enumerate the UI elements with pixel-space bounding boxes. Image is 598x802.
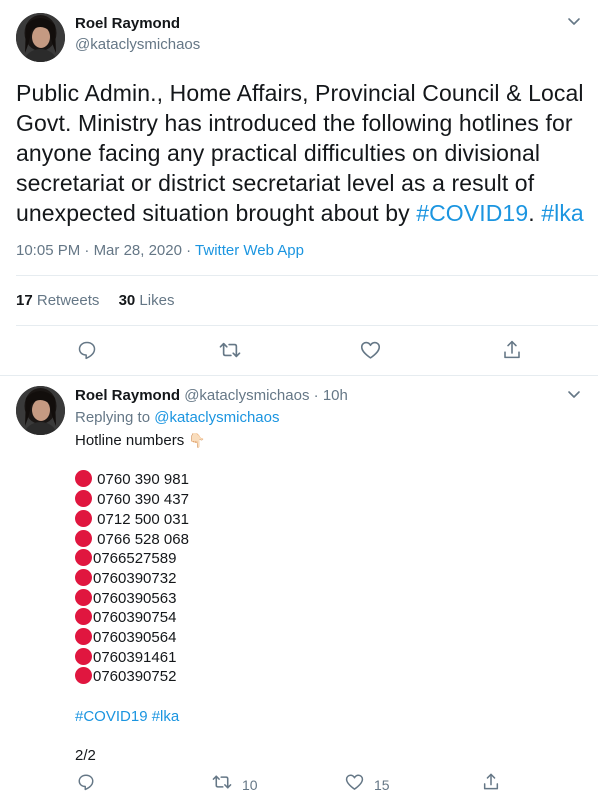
avatar[interactable] (16, 386, 65, 435)
avatar[interactable] (16, 13, 65, 62)
meta-separator: · (186, 242, 192, 259)
author-handle[interactable]: @kataclysmichaos (75, 36, 200, 53)
tweet-text: Public Admin., Home Affairs, Provincial … (16, 78, 591, 228)
meta-separator: · (84, 242, 90, 259)
phone-number: 0760390564 (93, 629, 177, 647)
like-button[interactable]: 15 (345, 773, 390, 796)
retweet-button[interactable]: 10 (212, 773, 258, 796)
phone-number: 0760390732 (93, 569, 177, 587)
retweet-count: 10 (242, 776, 258, 793)
like-count: 15 (374, 776, 390, 793)
hashtag-link[interactable]: #COVID19 (416, 200, 528, 226)
red-circle-icon (75, 529, 92, 547)
phone-number: 0760391461 (93, 648, 177, 666)
intro-text: Hotline numbers (75, 432, 185, 449)
red-circle-icon (75, 667, 92, 685)
meta-separator: · (313, 387, 319, 404)
phone-number: 0766527589 (93, 550, 177, 568)
hotline-number: 0760 390 437 (75, 490, 575, 510)
retweets-label: Retweets (36, 292, 100, 309)
phone-number: 0760390563 (93, 589, 177, 607)
reply-icon[interactable] (77, 340, 97, 365)
heart-icon (345, 773, 364, 796)
hotline-number: 0766 528 068 (75, 529, 575, 550)
reply-header: Roel Raymond @kataclysmichaos · 10h (75, 387, 348, 404)
red-circle-icon (75, 509, 92, 527)
red-circle-icon (75, 608, 92, 626)
hotline-number: 0760390732 (75, 568, 575, 589)
divider (16, 325, 598, 326)
replying-to-label: Replying to (75, 409, 151, 426)
tweet-meta: 10:05 PM · Mar 28, 2020 · Twitter Web Ap… (16, 242, 304, 259)
hashtag-link[interactable]: #lka (541, 200, 584, 226)
reply-body: Hotline numbers 👇🏻 0760 390 981 0760 390… (75, 431, 575, 766)
retweets-count: 17 (16, 292, 33, 309)
red-circle-icon (75, 647, 92, 665)
author-name[interactable]: Roel Raymond (75, 387, 180, 404)
divider (0, 375, 598, 376)
hotline-number: 0760 390 981 (75, 470, 575, 490)
chevron-down-icon[interactable] (566, 386, 582, 407)
hotline-number: 0760390564 (75, 628, 575, 648)
tweet-text-line: unexpected situation brought about by #C… (16, 198, 591, 228)
tweet-text-line: Public Admin., Home Affairs, Provincial … (16, 80, 584, 106)
share-icon[interactable] (482, 772, 500, 796)
retweets-stat[interactable]: 17 Retweets (16, 292, 99, 309)
likes-count: 30 (118, 292, 136, 309)
reply-icon[interactable] (77, 773, 95, 796)
thread-index: 2/2 (75, 747, 96, 765)
pointing-down-icon: 👇🏻 (188, 432, 206, 448)
phone-number: 0712 500 031 (93, 510, 189, 528)
red-circle-icon (75, 568, 92, 586)
likes-stat[interactable]: 30 Likes (119, 292, 175, 309)
red-circle-icon (75, 549, 92, 567)
tweet-time[interactable]: 10:05 PM (16, 242, 80, 259)
chevron-down-icon[interactable] (566, 13, 582, 34)
tweet-text-line: secretariat or district secretariat leve… (16, 170, 535, 196)
tweet-stats: 17 Retweets 30 Likes (16, 292, 174, 309)
hashtag-links[interactable]: #COVID19 #lka (75, 707, 575, 727)
hotline-number: 0760390752 (75, 667, 575, 687)
tweet-text-fragment: . (528, 200, 535, 226)
phone-number: 0760390754 (93, 609, 177, 627)
retweet-icon (212, 773, 232, 796)
hotline-number: 0712 500 031 (75, 509, 575, 530)
share-icon[interactable] (502, 339, 522, 365)
red-circle-icon (75, 628, 92, 646)
red-circle-icon (75, 470, 92, 488)
phone-number: 0760390752 (93, 668, 177, 686)
tweet-text-line: anyone facing any practical difficulties… (16, 140, 541, 166)
tweet-text-fragment: unexpected situation brought about by (16, 200, 417, 226)
phone-number: 0760 390 981 (93, 471, 189, 489)
red-circle-icon (75, 490, 92, 508)
author-handle[interactable]: @kataclysmichaos (184, 387, 309, 404)
hotline-number: 0760390754 (75, 608, 575, 628)
phone-number: 0766 528 068 (93, 530, 189, 548)
hotline-number: 0760390563 (75, 588, 575, 609)
tweet-time-ago[interactable]: 10h (323, 387, 348, 404)
hotline-number: 0766527589 (75, 549, 575, 569)
tweet-date[interactable]: Mar 28, 2020 (94, 242, 182, 259)
replying-to: Replying to @kataclysmichaos (75, 409, 280, 426)
retweet-icon[interactable] (219, 340, 241, 365)
hotline-number: 0760391461 (75, 647, 575, 668)
phone-number: 0760 390 437 (93, 491, 189, 509)
hotline-intro: Hotline numbers 👇🏻 (75, 431, 575, 451)
replying-to-handle[interactable]: @kataclysmichaos (154, 409, 279, 426)
divider (16, 275, 598, 276)
heart-icon[interactable] (360, 340, 381, 365)
tweet-text-line: Govt. Ministry has introduced the follow… (16, 110, 573, 136)
author-name[interactable]: Roel Raymond (75, 15, 180, 32)
red-circle-icon (75, 588, 92, 606)
likes-label: Likes (139, 292, 175, 309)
tweet-source-link[interactable]: Twitter Web App (195, 242, 304, 259)
